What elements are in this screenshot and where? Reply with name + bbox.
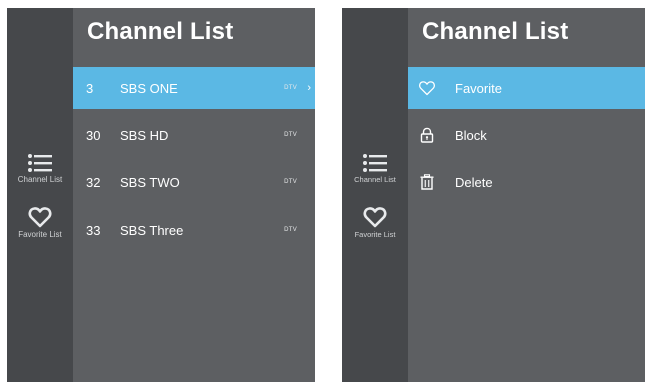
channel-list-content: Channel List 3 SBS ONE DTV › 30 SBS HD D…: [73, 8, 315, 382]
menu-item-delete[interactable]: Delete: [408, 161, 645, 203]
channel-type-badge: DTV: [284, 227, 297, 233]
menu-item-favorite[interactable]: Favorite: [408, 67, 645, 109]
heart-icon: [363, 207, 387, 228]
list-icon: [363, 154, 387, 172]
menu-item-label: Favorite: [455, 80, 502, 96]
channel-type-badge: DTV: [284, 179, 297, 185]
rail-channel-list[interactable]: Channel List: [7, 153, 73, 184]
menu-item-block[interactable]: Block: [408, 114, 645, 156]
rail-channel-list[interactable]: Channel List: [342, 153, 408, 184]
rail-favorite-list-label: Favorite List: [18, 230, 62, 239]
page-title: Channel List: [87, 18, 234, 45]
channel-name: SBS Three: [120, 222, 184, 238]
channel-list-panel: Channel List Favorite List Channel List …: [7, 8, 315, 382]
rail-favorite-list[interactable]: Favorite List: [342, 206, 408, 239]
heart-outline-icon: [419, 81, 435, 96]
channel-name: SBS HD: [120, 127, 169, 143]
channel-name: SBS TWO: [120, 174, 180, 190]
options-content: Channel List Favorite Block Delete: [408, 8, 645, 382]
rail-favorite-list[interactable]: Favorite List: [7, 206, 73, 239]
heart-icon: [28, 207, 52, 228]
menu-item-label: Delete: [455, 174, 493, 190]
lock-icon: [420, 127, 434, 143]
chevron-right-icon: ›: [307, 82, 311, 94]
channel-row[interactable]: 32 SBS TWO DTV: [73, 161, 315, 203]
channel-number: 30: [86, 127, 101, 143]
channel-row[interactable]: 33 SBS Three DTV: [73, 209, 315, 251]
channel-row[interactable]: 3 SBS ONE DTV ›: [73, 67, 315, 109]
side-rail: Channel List Favorite List: [342, 8, 408, 382]
rail-channel-list-label: Channel List: [354, 175, 396, 184]
rail-channel-list-label: Channel List: [17, 175, 63, 184]
trash-icon: [420, 174, 434, 190]
menu-item-label: Block: [455, 127, 487, 143]
page-title: Channel List: [422, 18, 569, 45]
list-icon: [28, 154, 52, 172]
channel-number: 3: [86, 80, 94, 96]
channel-options-panel: Channel List Favorite List Channel List …: [342, 8, 645, 382]
channel-name: SBS ONE: [120, 80, 178, 96]
channel-number: 32: [86, 174, 101, 190]
channel-row[interactable]: 30 SBS HD DTV: [73, 114, 315, 156]
channel-type-badge: DTV: [284, 85, 297, 91]
channel-type-badge: DTV: [284, 132, 297, 138]
rail-favorite-list-label: Favorite List: [354, 230, 396, 239]
side-rail: Channel List Favorite List: [7, 8, 73, 382]
channel-number: 33: [86, 222, 101, 238]
